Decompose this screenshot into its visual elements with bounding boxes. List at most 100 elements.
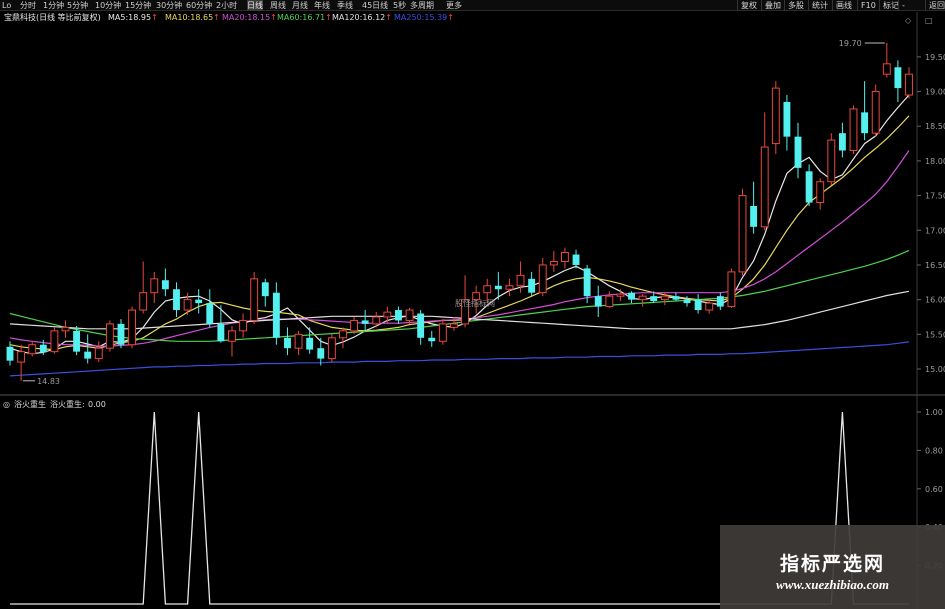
- candle-down[interactable]: [572, 249, 580, 269]
- candle-up[interactable]: [849, 105, 858, 154]
- candle-up[interactable]: [250, 271, 259, 324]
- candle-up[interactable]: [871, 84, 880, 137]
- candle-up[interactable]: [50, 327, 59, 354]
- candle-down[interactable]: [716, 292, 724, 311]
- candle-down[interactable]: [284, 327, 291, 356]
- candle-body: [428, 337, 436, 342]
- candle-body: [505, 285, 514, 290]
- candle-down[interactable]: [594, 285, 602, 317]
- candle-down[interactable]: [528, 271, 536, 297]
- candle-up[interactable]: [294, 330, 303, 356]
- candle-down[interactable]: [628, 291, 635, 304]
- watermark-banner: 指标严选网 www.xuezhibiao.com: [720, 525, 945, 609]
- candle-body: [683, 299, 691, 304]
- candle-up[interactable]: [239, 313, 248, 338]
- maximize-icon[interactable]: □: [925, 16, 933, 25]
- candle-down[interactable]: [805, 164, 813, 206]
- candle-body: [538, 264, 547, 294]
- candle-up[interactable]: [727, 268, 736, 308]
- candle-up[interactable]: [616, 289, 625, 302]
- candle-body: [261, 282, 269, 297]
- price-axis-label: 18.00: [925, 157, 945, 166]
- candle-down[interactable]: [84, 334, 92, 364]
- candle-body: [395, 310, 402, 321]
- candle-body: [84, 351, 92, 359]
- candle-up[interactable]: [438, 319, 447, 345]
- candle-up[interactable]: [771, 81, 780, 154]
- candle-down[interactable]: [783, 95, 791, 151]
- candle-up[interactable]: [94, 341, 103, 363]
- candle-up[interactable]: [105, 320, 114, 352]
- candle-up[interactable]: [705, 299, 714, 314]
- candle-body: [306, 337, 314, 350]
- candle-up[interactable]: [905, 67, 913, 99]
- candle-down[interactable]: [694, 294, 702, 314]
- indicator-settings-icon[interactable]: ◎: [3, 399, 10, 411]
- candle-up[interactable]: [139, 261, 148, 314]
- high-price-label: 19.70: [839, 39, 862, 48]
- candle-up[interactable]: [150, 271, 159, 304]
- candle-down[interactable]: [750, 181, 758, 234]
- candle-down[interactable]: [117, 319, 125, 349]
- candle-body: [284, 337, 291, 349]
- candle-up[interactable]: [638, 294, 647, 307]
- candle-body: [760, 146, 769, 228]
- candle-up[interactable]: [605, 291, 614, 308]
- candle-up[interactable]: [228, 325, 236, 357]
- candle-body: [560, 251, 569, 262]
- candle-up[interactable]: [339, 327, 347, 349]
- candle-down[interactable]: [861, 81, 869, 141]
- candle-up[interactable]: [827, 133, 836, 186]
- candle-body: [638, 295, 647, 301]
- candle-body: [161, 280, 169, 290]
- chart-annotation: 股怪指标网: [455, 298, 495, 308]
- candle-body: [594, 296, 602, 307]
- candle-down[interactable]: [838, 122, 846, 158]
- candle-body: [528, 278, 536, 293]
- candle-up[interactable]: [128, 306, 137, 349]
- candle-down[interactable]: [794, 122, 802, 179]
- low-price-label: 14.83: [37, 377, 60, 386]
- kline-chart[interactable]: 19.50 19.00 18.50 18.00 17.50 17.00 16.50 16.00…: [0, 0, 945, 396]
- candle-down[interactable]: [361, 310, 369, 331]
- candle-body: [350, 319, 359, 332]
- candle-body: [672, 296, 680, 300]
- candle-body: [605, 295, 614, 308]
- candle-body: [871, 91, 880, 134]
- candle-down[interactable]: [206, 289, 214, 328]
- candle-down[interactable]: [395, 306, 402, 324]
- indicator-name[interactable]: 浴火重生: [14, 399, 46, 411]
- candle-down[interactable]: [261, 278, 269, 307]
- candle-up[interactable]: [882, 43, 891, 78]
- candle-body: [17, 351, 26, 363]
- candle-down[interactable]: [417, 310, 425, 345]
- candle-up[interactable]: [560, 247, 569, 269]
- candle-up[interactable]: [816, 178, 825, 210]
- watermark-title: 指标严选网: [779, 553, 885, 575]
- candle-body: [339, 330, 347, 339]
- candle-body: [105, 323, 114, 349]
- candle-up[interactable]: [405, 307, 414, 324]
- candle-body: [383, 311, 392, 318]
- candle-up[interactable]: [505, 278, 514, 297]
- candle-up[interactable]: [538, 258, 547, 297]
- candle-up[interactable]: [61, 320, 70, 338]
- candle-down[interactable]: [672, 292, 680, 302]
- candle-body: [294, 333, 303, 349]
- candle-body: [250, 278, 259, 321]
- candle-down[interactable]: [272, 282, 280, 345]
- candle-body: [849, 108, 858, 152]
- settings-icon[interactable]: ◇: [905, 16, 912, 25]
- candle-up[interactable]: [738, 188, 747, 276]
- candle-up[interactable]: [549, 251, 558, 272]
- candle-down[interactable]: [195, 289, 203, 314]
- candle-body: [650, 296, 658, 302]
- candle-down[interactable]: [173, 282, 180, 317]
- candle-down[interactable]: [306, 327, 314, 354]
- candle-down[interactable]: [428, 330, 436, 347]
- candle-up[interactable]: [760, 112, 769, 231]
- candle-up[interactable]: [327, 334, 336, 363]
- candle-up[interactable]: [28, 341, 37, 357]
- candle-down[interactable]: [894, 60, 902, 102]
- candle-down[interactable]: [161, 268, 169, 297]
